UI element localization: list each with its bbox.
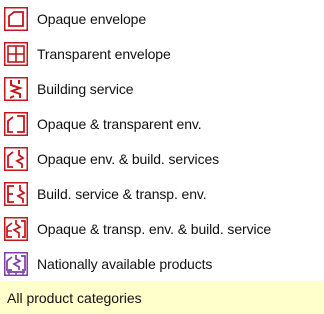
category-label: Transparent envelope [37,45,171,62]
category-label: Opaque env. & build. services [37,150,220,167]
all-product-categories-item[interactable]: All product categories [0,281,324,314]
nationally-available-products-icon [4,251,28,276]
category-label: Opaque & transp. env. & build. service [37,220,272,237]
category-label: Build. service & transp. env. [37,185,207,202]
category-label: Opaque & transparent env. [37,115,202,132]
category-item-opaque-transp-env-build-service[interactable]: Opaque & transp. env. & build. service [0,211,324,246]
all-categories-label: All product categories [7,289,142,306]
category-item-nationally-available-products[interactable]: Nationally available products [0,246,324,281]
category-label: Building service [37,80,134,97]
category-label: Opaque envelope [37,10,147,27]
opaque-transparent-env-icon [4,111,28,136]
building-service-icon [4,76,28,101]
category-item-opaque-transparent-env[interactable]: Opaque & transparent env. [0,106,324,141]
category-label: Nationally available products [37,255,213,272]
category-item-build-service-transp-env[interactable]: Build. service & transp. env. [0,176,324,211]
transparent-envelope-icon [4,41,28,66]
build-service-transp-env-icon [4,181,28,206]
category-item-opaque-envelope[interactable]: Opaque envelope [0,1,324,36]
category-item-building-service[interactable]: Building service [0,71,324,106]
opaque-env-build-services-icon [4,146,28,171]
opaque-transp-env-build-service-icon [4,216,28,241]
category-item-transparent-envelope[interactable]: Transparent envelope [0,36,324,71]
category-item-opaque-env-build-services[interactable]: Opaque env. & build. services [0,141,324,176]
opaque-envelope-icon [4,6,28,31]
product-category-menu: Opaque envelope Transparent envelope Bui… [0,0,324,314]
